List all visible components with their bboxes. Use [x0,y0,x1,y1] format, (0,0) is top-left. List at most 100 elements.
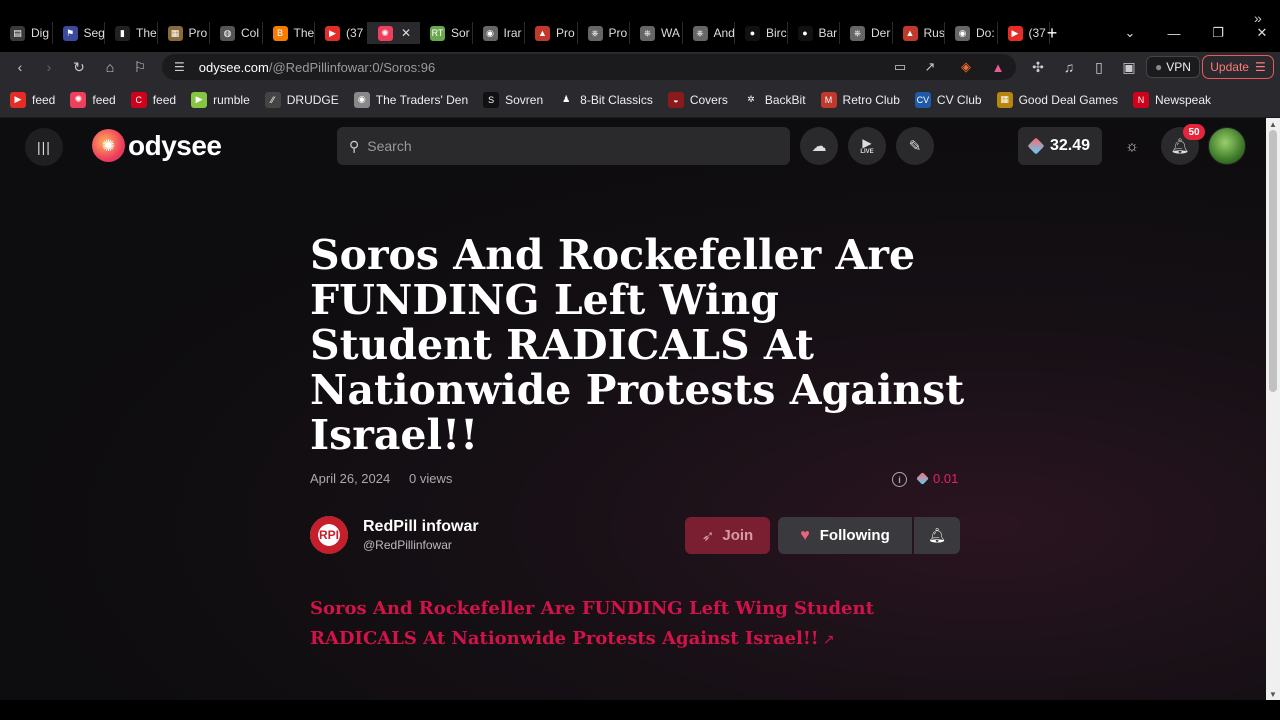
brave-shield-icon[interactable]: ◈ [958,59,974,75]
bell-icon: 🔔︎ [1170,138,1190,155]
extensions-icon[interactable]: ✣ [1027,56,1049,78]
odysee-logo[interactable]: ✺ odysee [92,129,222,162]
scroll-up-icon[interactable]: ▲ [1266,118,1280,130]
bookmark-label: rumble [213,92,250,107]
browser-tab[interactable]: ▮ The [105,22,158,44]
channel-avatar[interactable]: RPI [310,516,348,554]
browser-tab[interactable]: ▲ Rus [893,22,945,44]
site-settings-icon[interactable]: ☰ [174,60,185,74]
odysee-page: ||| ✺ odysee ⚲ ☁ ▶ LIVE ✎ 32.49 ☼ 🔔︎ 50 … [0,118,1266,700]
bookmark-icon: ▮ [115,25,130,41]
channel-name[interactable]: RedPill infowar [363,518,479,536]
sun-icon: ☼ [1125,137,1139,155]
browser-tab[interactable]: ⎈ WA [630,22,683,44]
bookmark-item[interactable]: M Retro Club [820,91,900,108]
browser-tab[interactable]: ⎈ Pro [578,22,630,44]
tab-title: (37 [346,26,364,40]
browser-tab[interactable]: ▲ Pro [525,22,578,44]
bookmark-item[interactable]: ◉ The Traders' Den [353,91,468,108]
bookmark-icon[interactable]: ⚐ [129,56,151,78]
n-icon: N [1132,91,1149,108]
reload-icon[interactable]: ↻ [68,56,90,78]
browser-tab[interactable]: ● Bar [788,22,840,44]
search-input[interactable] [367,138,748,154]
bookmark-item[interactable]: ◒ Covers [667,91,728,108]
channel-handle[interactable]: @RedPillinfowar [363,538,452,552]
bookmarks-overflow-icon[interactable]: » [1254,10,1262,26]
channel-avatar-text: RPI [318,528,339,542]
feather-icon: ✎ [908,138,922,155]
bookmark-item[interactable]: ✲ BackBit [742,91,806,108]
tab-search-icon[interactable]: ⌄ [1108,22,1152,44]
close-tab-icon[interactable]: ✕ [401,26,411,40]
tab-title: Col [241,26,260,40]
view-count: 0 views [409,471,453,486]
browser-tab[interactable]: ⎈ And [683,22,735,44]
rocket-icon: ➶ [701,527,715,545]
join-label: Join [722,527,754,544]
bookmark-item[interactable]: N Newspeak [1132,91,1211,108]
media-icon[interactable]: ♫ [1058,56,1080,78]
scroll-down-icon[interactable]: ▼ [1266,688,1280,700]
info-icon[interactable]: i [892,472,907,487]
browser-tab[interactable]: ▶ (37 [315,22,368,44]
home-icon[interactable]: ⌂ [99,56,121,78]
browser-tab[interactable]: ▦ Pro [158,22,210,44]
scrollbar-thumb[interactable] [1269,130,1277,392]
logo-text: odysee [128,129,222,161]
browser-tab[interactable]: ✺ ✕ [367,22,420,44]
bookmark-item[interactable]: S Sovren [483,91,543,108]
bookmark-item[interactable]: CV CV Club [914,91,982,108]
bookmark-item[interactable]: ✺ feed [70,91,116,108]
description-link[interactable]: Soros And Rockefeller Are FUNDING Left W… [310,594,910,655]
address-bar[interactable]: ☰ odysee.com/@RedPillinfowar:0/Soros:96 … [162,54,1016,80]
tab-title: Pro [188,26,208,40]
bookmark-item[interactable]: Cfeed [130,91,176,108]
tab-title: The [293,26,315,40]
publish-post-button[interactable]: ✎ [896,127,934,165]
channel-notify-button[interactable]: 🔔︎ [914,517,960,554]
minimize-button[interactable]: — [1152,22,1196,44]
sidebar-icon[interactable]: ▯ [1088,56,1110,78]
update-button[interactable]: Update ☰ [1202,55,1274,79]
browser-tab[interactable]: ◉ Irar [473,22,525,44]
theme-toggle-button[interactable]: ☼ [1113,127,1151,165]
browser-tab-strip: ▤ Dig ⚑ Seg ▮ The ▦ Pro ◍ Col B The ▶ (37 ✺ ✕ RT Sor ◉ Irar… [0,0,1280,52]
tip-amount[interactable]: 0.01 [916,471,958,486]
search-bar[interactable]: ⚲ [337,127,790,165]
browser-tab[interactable]: ⎈ Der [840,22,893,44]
heart-icon: ♥ [800,526,810,544]
bookmark-item[interactable]: ▦ Good Deal Games [996,91,1118,108]
wallet-icon[interactable]: ▣ [1118,56,1140,78]
bookmark-item[interactable]: ▶ rumble [191,91,250,108]
following-button[interactable]: ♥ Following [778,517,912,554]
live-label: LIVE [860,148,874,155]
vpn-button[interactable]: ● VPN [1146,56,1200,78]
join-button[interactable]: ➶ Join [685,517,770,554]
bookmark-item[interactable]: ⁄⁄ DRUDGE [264,91,339,108]
cast-icon[interactable]: ▭ [892,59,908,75]
share-icon[interactable]: ↗ [922,59,938,75]
credits-balance-button[interactable]: 32.49 [1018,127,1102,165]
browser-tab[interactable]: ● Birc [735,22,788,44]
new-tab-button[interactable]: + [1040,22,1064,44]
circle-icon: ● [745,25,760,41]
forward-icon[interactable]: › [38,56,60,78]
user-avatar[interactable] [1208,127,1246,165]
bookmark-item[interactable]: ♟ 8-Bit Classics [558,91,653,108]
go-live-button[interactable]: ▶ LIVE [848,127,886,165]
browser-tab[interactable]: ▤ Dig [0,22,53,44]
upload-button[interactable]: ☁ [800,127,838,165]
browser-tab[interactable]: RT Sor [420,22,473,44]
restore-button[interactable]: ❐ [1196,22,1240,44]
menu-button[interactable]: ||| [25,128,63,166]
back-icon[interactable]: ‹ [9,56,31,78]
browser-tab[interactable]: ◍ Col [210,22,263,44]
browser-tab[interactable]: B The [263,22,315,44]
browser-tab[interactable]: ◉ Do: [945,22,998,44]
bookmark-label: 8-Bit Classics [580,92,653,107]
browser-tab[interactable]: ⚑ Seg [53,22,105,44]
bookmark-item[interactable]: ▶ feed [10,91,55,108]
brave-rewards-icon[interactable]: ▲ [990,59,1006,75]
lbc-tip-icon [916,472,929,485]
